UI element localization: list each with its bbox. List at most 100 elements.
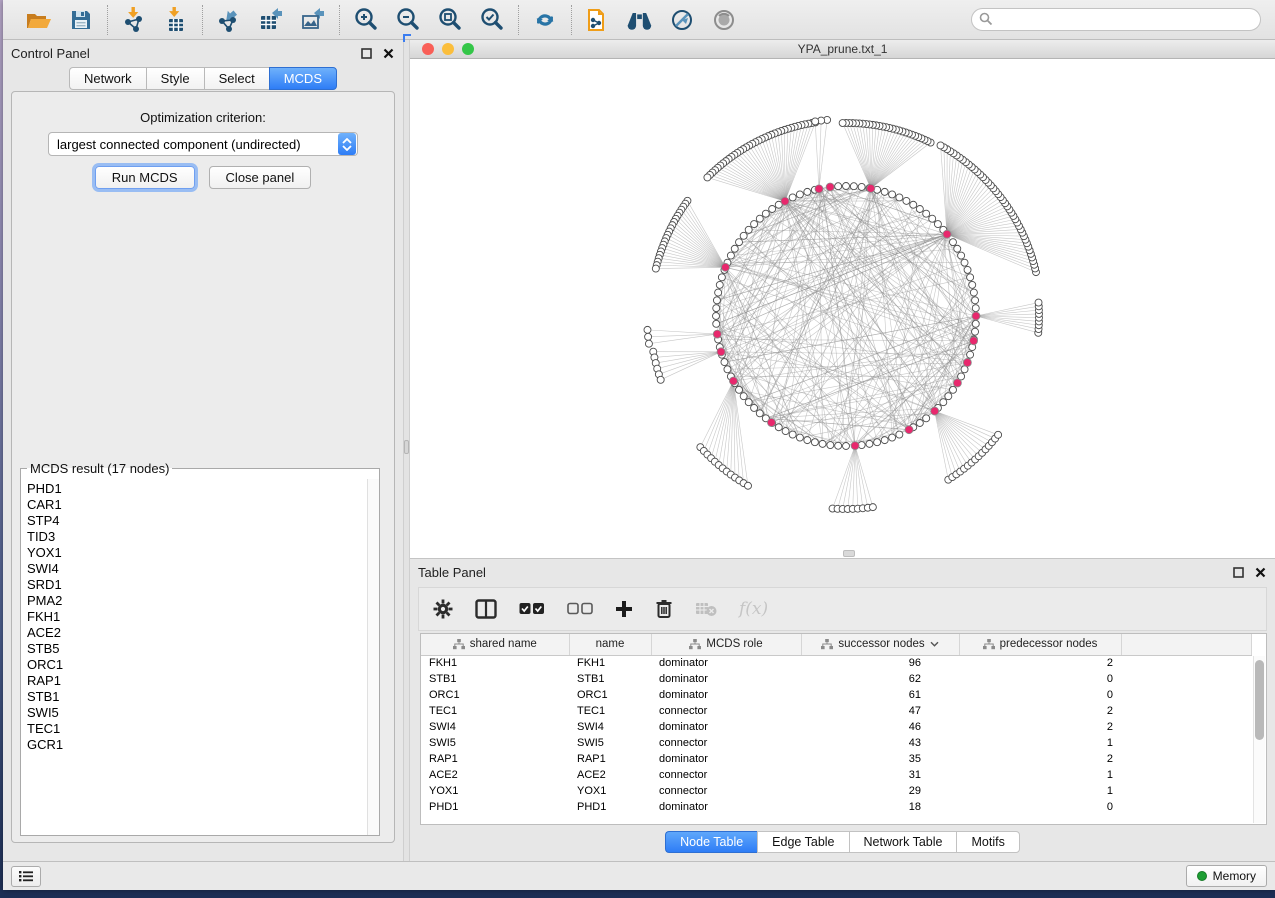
graph-node[interactable] (910, 201, 917, 208)
graph-node[interactable] (731, 245, 738, 252)
graph-hub-node[interactable] (867, 184, 875, 192)
graph-hub-node[interactable] (815, 185, 823, 193)
mcds-result-item[interactable]: STB5 (27, 641, 367, 657)
graph-node[interactable] (740, 232, 747, 239)
graph-node[interactable] (811, 439, 818, 446)
apply-layout-icon[interactable] (531, 6, 559, 34)
mcds-result-item[interactable]: RAP1 (27, 673, 367, 689)
close-table-panel-icon[interactable] (1253, 565, 1267, 579)
search-network-icon[interactable] (626, 6, 654, 34)
graph-node[interactable] (954, 245, 961, 252)
graph-node[interactable] (721, 359, 728, 366)
delete-icon[interactable] (655, 599, 673, 619)
graph-node[interactable] (645, 340, 652, 347)
zoom-in-icon[interactable] (352, 6, 380, 34)
mcds-result-item[interactable]: SRD1 (27, 577, 367, 593)
graph-node[interactable] (827, 442, 834, 449)
graph-node[interactable] (789, 194, 796, 201)
column-header-shared-name[interactable]: shared name (421, 634, 569, 655)
table-row[interactable]: RAP1RAP1dominator352 (421, 751, 1252, 767)
graph-node[interactable] (903, 197, 910, 204)
graph-node[interactable] (716, 281, 723, 288)
graph-hub-node[interactable] (781, 197, 789, 205)
graph-node[interactable] (804, 437, 811, 444)
graph-node[interactable] (881, 188, 888, 195)
column-header-predecessor-nodes[interactable]: predecessor nodes (959, 634, 1121, 655)
graph-node[interactable] (850, 183, 857, 190)
mcds-result-item[interactable]: SWI5 (27, 705, 367, 721)
graph-node[interactable] (724, 366, 731, 373)
graph-node[interactable] (736, 386, 743, 393)
graph-node[interactable] (945, 393, 952, 400)
graph-node[interactable] (775, 424, 782, 431)
graph-hub-node[interactable] (931, 407, 939, 415)
zoom-selected-icon[interactable] (478, 6, 506, 34)
float-table-panel-icon[interactable] (1231, 565, 1245, 579)
mcds-result-item[interactable]: PMA2 (27, 593, 367, 609)
graph-node[interactable] (652, 265, 659, 272)
import-network-icon[interactable] (120, 6, 148, 34)
close-panel-button[interactable]: Close panel (209, 166, 312, 189)
table-row[interactable]: SWI4SWI4dominator462 (421, 719, 1252, 735)
tab-style[interactable]: Style (146, 67, 204, 90)
zoom-fit-icon[interactable] (436, 6, 464, 34)
mcds-result-item[interactable]: ACE2 (27, 625, 367, 641)
mcds-result-item[interactable]: YOX1 (27, 545, 367, 561)
mcds-result-scrollbar[interactable] (367, 479, 379, 835)
graph-node[interactable] (645, 333, 652, 340)
graph-node[interactable] (972, 297, 979, 304)
tab-select[interactable]: Select (204, 67, 269, 90)
export-image-icon[interactable] (299, 6, 327, 34)
graph-node[interactable] (644, 326, 651, 333)
graph-hub-node[interactable] (717, 348, 725, 356)
graph-node[interactable] (756, 215, 763, 222)
graph-node[interactable] (964, 266, 971, 273)
graph-node[interactable] (745, 399, 752, 406)
mcds-result-item[interactable]: FKH1 (27, 609, 367, 625)
graph-node[interactable] (937, 142, 944, 149)
mcds-result-list[interactable]: PHD1CAR1STP4TID3YOX1SWI4SRD1PMA2FKH1ACE2… (21, 479, 367, 835)
graph-node[interactable] (958, 252, 965, 259)
tab-network-table[interactable]: Network Table (849, 831, 957, 853)
graph-node[interactable] (967, 274, 974, 281)
graph-node[interactable] (969, 281, 976, 288)
graph-node[interactable] (782, 428, 789, 435)
add-column-icon[interactable] (615, 600, 633, 618)
graph-node[interactable] (949, 386, 956, 393)
graph-node[interactable] (858, 183, 865, 190)
tab-edge-table[interactable]: Edge Table (757, 831, 848, 853)
graph-node[interactable] (934, 221, 941, 228)
tab-network[interactable]: Network (69, 67, 146, 90)
table-row[interactable]: STB1STB1dominator620 (421, 671, 1252, 687)
close-panel-icon[interactable] (381, 46, 395, 60)
graph-node[interactable] (961, 259, 968, 266)
graph-hub-node[interactable] (943, 230, 951, 238)
graph-node[interactable] (949, 239, 956, 246)
graph-node[interactable] (835, 183, 842, 190)
graph-node[interactable] (812, 118, 819, 125)
graph-hub-node[interactable] (972, 312, 980, 320)
graph-node[interactable] (916, 419, 923, 426)
mcds-result-item[interactable]: STB1 (27, 689, 367, 705)
export-network-icon[interactable] (215, 6, 243, 34)
hide-graphics-icon[interactable] (668, 6, 696, 34)
share-network-icon[interactable] (584, 6, 612, 34)
node-table[interactable]: shared namenameMCDS rolesuccessor nodesp… (420, 633, 1267, 825)
select-all-checkboxes-icon[interactable] (519, 602, 545, 616)
mcds-result-item[interactable]: GCR1 (27, 737, 367, 753)
graph-node[interactable] (769, 206, 776, 213)
mcds-result-item[interactable]: CAR1 (27, 497, 367, 513)
column-header-name[interactable]: name (569, 634, 651, 655)
export-table-icon[interactable] (257, 6, 285, 34)
settings-gear-icon[interactable] (433, 599, 453, 619)
graph-node[interactable] (745, 482, 752, 489)
graph-node[interactable] (896, 194, 903, 201)
graph-node[interactable] (929, 215, 936, 222)
show-graphics-icon[interactable] (710, 6, 738, 34)
graph-node[interactable] (866, 440, 873, 447)
mcds-result-item[interactable]: TID3 (27, 529, 367, 545)
graph-node[interactable] (916, 206, 923, 213)
table-scrollbar-thumb[interactable] (1255, 660, 1264, 740)
graph-node[interactable] (1035, 299, 1042, 306)
graph-hub-node[interactable] (851, 442, 859, 450)
